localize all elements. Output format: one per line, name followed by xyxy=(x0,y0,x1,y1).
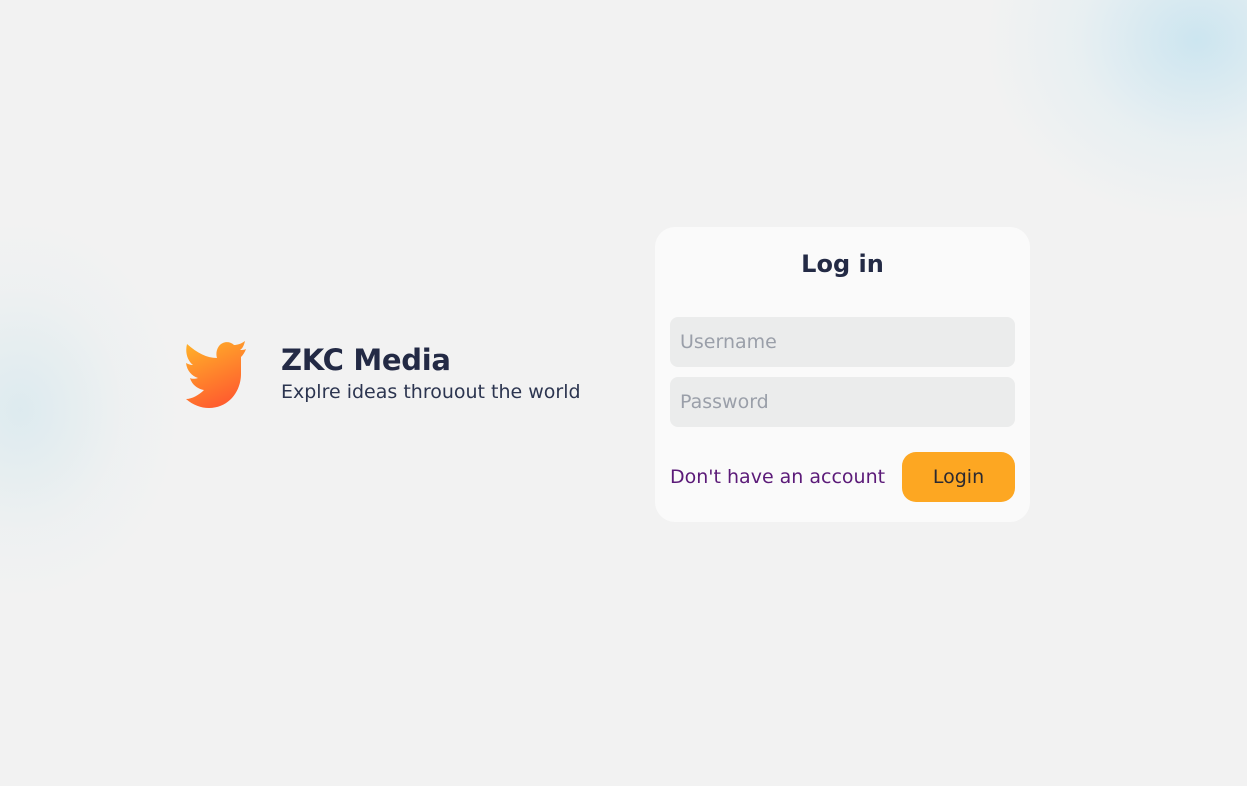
login-title: Log in xyxy=(801,250,884,278)
bird-icon xyxy=(186,341,246,408)
brand-text: ZKC Media Explre ideas throuout the worl… xyxy=(281,338,581,404)
password-input[interactable] xyxy=(670,377,1015,427)
brand-section: ZKC Media Explre ideas throuout the worl… xyxy=(183,338,581,412)
login-page: ZKC Media Explre ideas throuout the worl… xyxy=(0,0,1247,786)
brand-tagline: Explre ideas throuout the world xyxy=(281,381,581,403)
brand-name: ZKC Media xyxy=(281,343,451,377)
login-button[interactable]: Login xyxy=(902,452,1015,502)
signup-link[interactable]: Don't have an account xyxy=(670,464,885,490)
login-card: Log in Don't have an account Login xyxy=(655,227,1030,522)
username-input[interactable] xyxy=(670,317,1015,367)
background-decoration-left xyxy=(0,220,180,600)
background-decoration-right xyxy=(987,0,1247,220)
